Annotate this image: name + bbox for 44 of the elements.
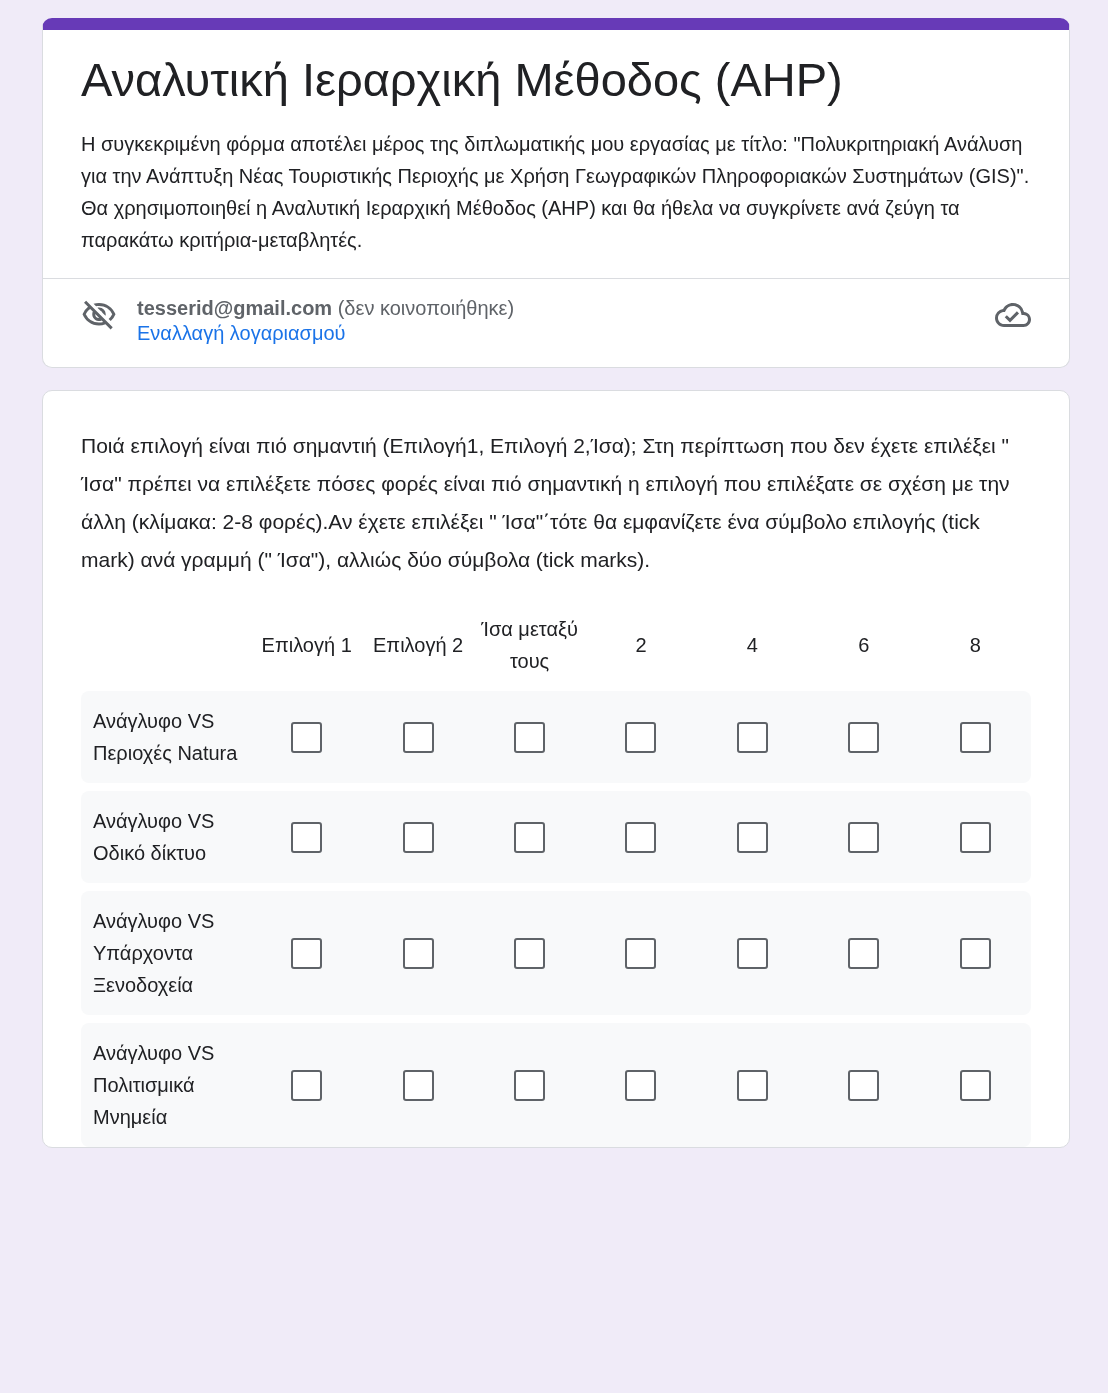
account-email: tesserid@gmail.com (δεν κοινοποιήθηκε): [137, 297, 516, 320]
checkbox[interactable]: [514, 721, 546, 753]
checkbox[interactable]: [291, 1069, 323, 1101]
checkbox[interactable]: [291, 721, 323, 753]
checkbox[interactable]: [625, 937, 657, 969]
column-header: 8: [968, 633, 982, 658]
checkbox[interactable]: [848, 721, 880, 753]
form-description: Η συγκεκριμένη φόρμα αποτέλει μέρος της διπλωματικής μου εργασίας με τίτλο: "Πολυκριτηριακή Ανάλυση για την Ανάπτυξη Νέας Τουριστικής Περιοχής με Χρήση Γεωγραφικών Πληροφοριακών Συστημάτων (GIS)". Θα χρησιμοποιηθεί η Αναλυτική Ιεραρχική Μέθοδος (AHP) και θα ήθελα να συγκρίνετε ανά ζεύγη τα παρακάτω κριτήρια-μεταβλητές.: [81, 132, 1031, 253]
checkbox[interactable]: [625, 821, 657, 853]
checkbox[interactable]: [625, 1069, 657, 1101]
column-header: 6: [857, 633, 871, 658]
column-header: Ίσα μεταξύ τους: [480, 617, 579, 674]
row-label: Ανάγλυφο VS Περιοχές Natura: [81, 691, 251, 783]
checkbox[interactable]: [402, 821, 434, 853]
checkbox[interactable]: [402, 721, 434, 753]
row-label: Ανάγλυφο VS Οδικό δίκτυο: [81, 791, 251, 883]
checkbox[interactable]: [514, 937, 546, 969]
column-header: 4: [745, 633, 759, 658]
checkbox[interactable]: [736, 937, 768, 969]
checkbox[interactable]: [848, 937, 880, 969]
checkbox[interactable]: [848, 1069, 880, 1101]
row-label: Ανάγλυφο VS Πολιτισμικά Μνημεία: [81, 1023, 251, 1147]
checkbox[interactable]: [514, 821, 546, 853]
checkbox[interactable]: [959, 937, 991, 969]
form-title: Αναλυτική Ιεραρχική Μέθοδος (AHP): [81, 52, 844, 108]
checkbox[interactable]: [736, 821, 768, 853]
question-text: Ποιά επιλογή είναι πιό σημαντιή (Επιλογή1, Επιλογή 2,Ίσα); Στη περίπτωση που δεν έχετε επιλέξει " Ίσα" πρέπει να επιλέξετε πόσες φορές είναι πιό σημαντική η επιλογή που επιλέξατε σε σχέση με την άλλη (κλίμακα: 2-8 φορές).Αν έχετε επιλέξει " Ίσα"΄τότε θα εμφανίζετε ένα σύμβολο επιλογής (tick mark) ανά γραμμή (" Ίσα"), αλλιώς δύο σύμβολα (tick marks).: [81, 433, 1011, 573]
checkbox[interactable]: [736, 721, 768, 753]
column-header: Επιλογή 1: [260, 633, 353, 658]
checkbox[interactable]: [625, 721, 657, 753]
column-header: 2: [634, 633, 648, 658]
checkbox[interactable]: [736, 1069, 768, 1101]
checkbox[interactable]: [959, 821, 991, 853]
column-header: Επιλογή 2: [372, 633, 465, 658]
checkbox[interactable]: [402, 1069, 434, 1101]
checkbox[interactable]: [959, 1069, 991, 1101]
checkbox[interactable]: [291, 937, 323, 969]
switch-account-link[interactable]: Εναλλαγή λογαριασμού: [137, 322, 975, 345]
checkbox[interactable]: [959, 721, 991, 753]
row-label: Ανάγλυφο VS Υπάρχοντα Ξενοδοχεία: [81, 891, 251, 1015]
checkbox[interactable]: [402, 937, 434, 969]
checkbox[interactable]: [514, 1069, 546, 1101]
checkbox[interactable]: [291, 821, 323, 853]
checkbox[interactable]: [848, 821, 880, 853]
